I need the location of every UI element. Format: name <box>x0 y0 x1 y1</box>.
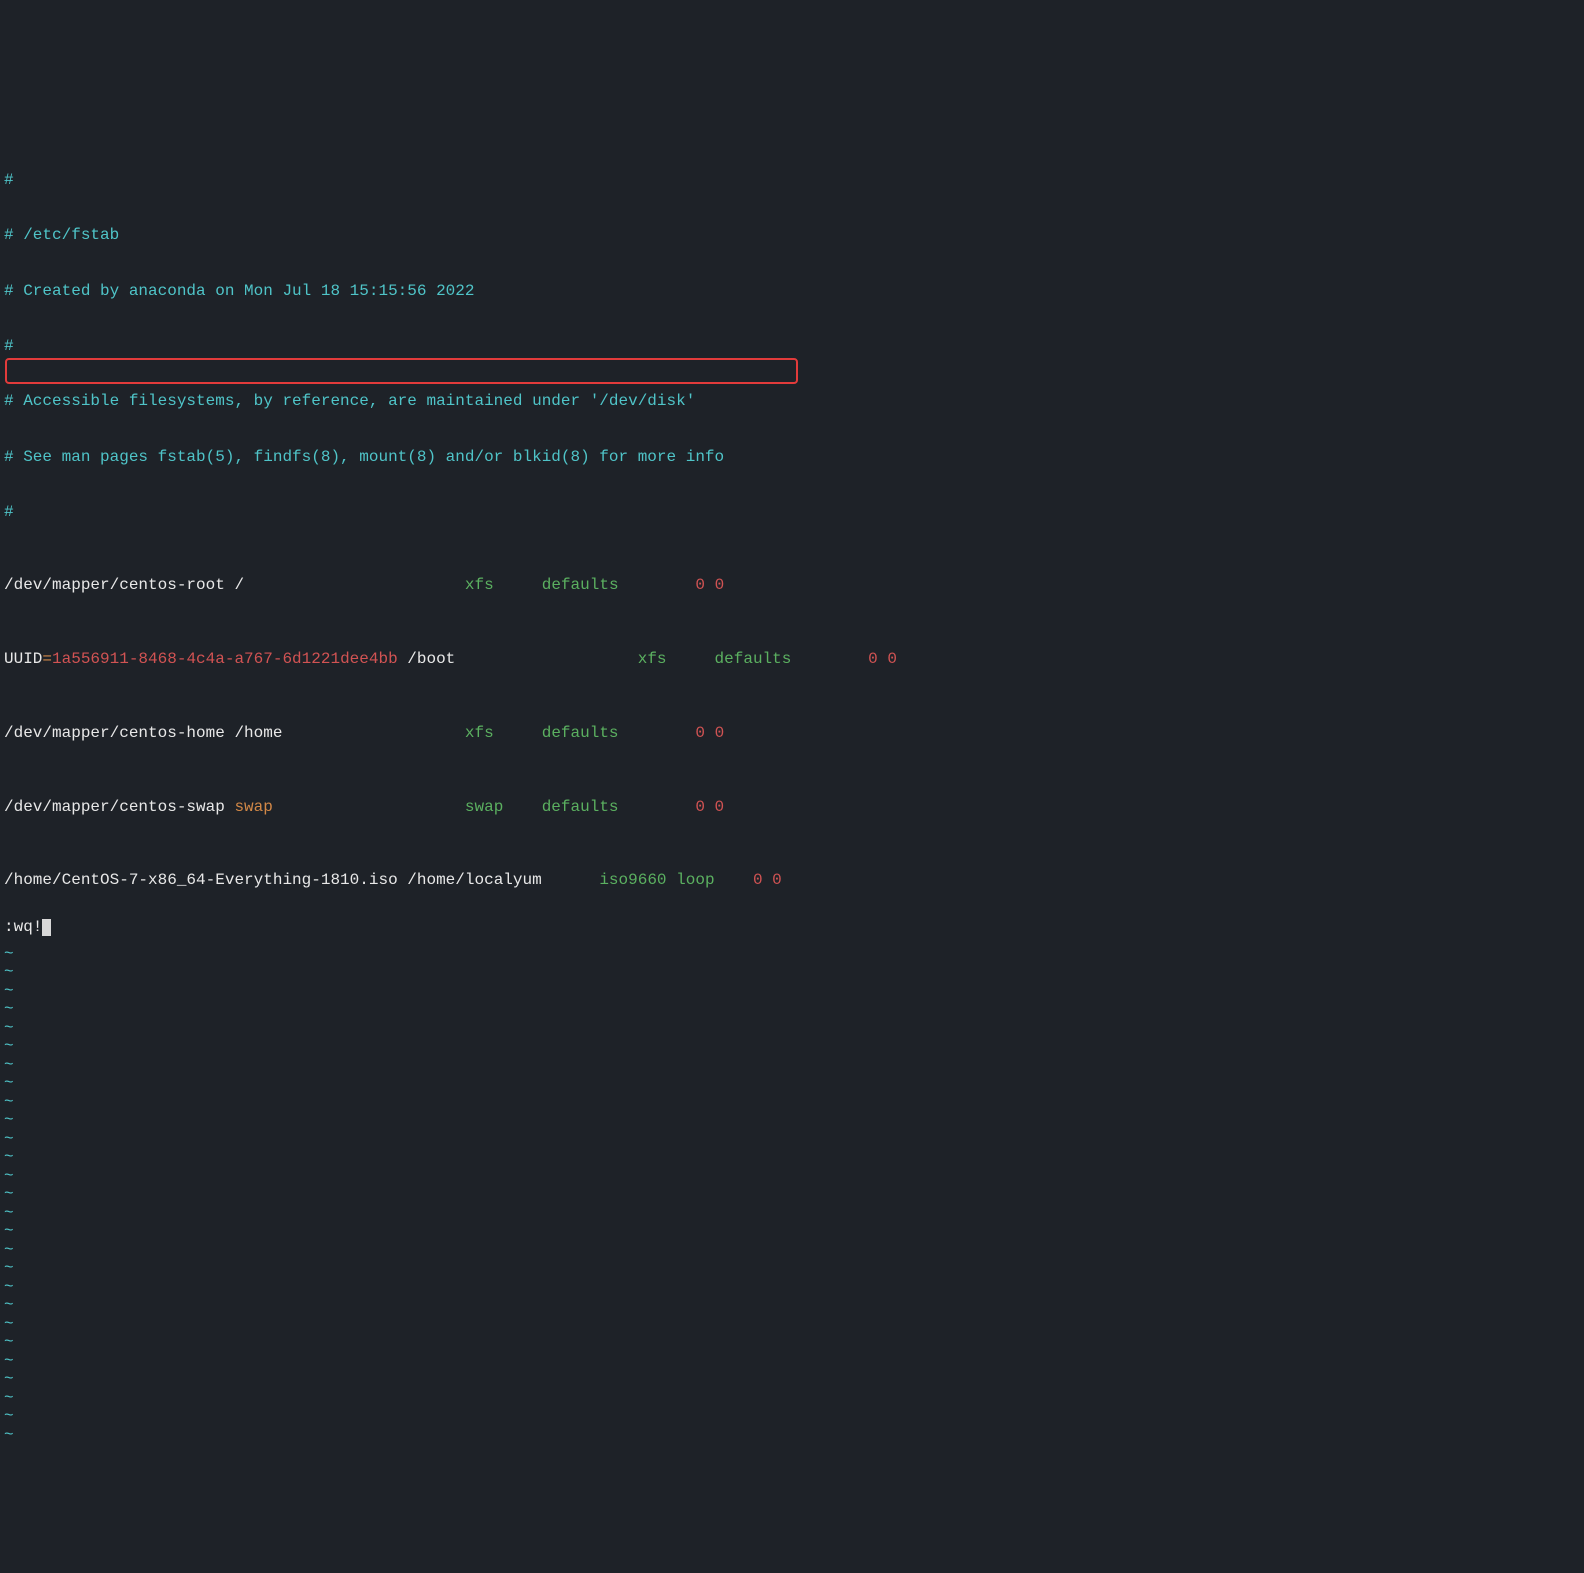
device: /dev/mapper/centos-swap <box>4 798 225 816</box>
dump: 0 <box>695 576 705 594</box>
pass: 0 <box>715 724 725 742</box>
empty-line-tilde: ~ <box>4 1407 1580 1426</box>
comment-line: # Created by anaconda on Mon Jul 18 15:1… <box>4 282 1580 301</box>
mount-point: /home/localyum <box>398 871 542 889</box>
fs-type: xfs <box>638 650 667 668</box>
empty-line-tilde: ~ <box>4 1241 1580 1260</box>
dump: 0 <box>695 798 705 816</box>
device: /dev/mapper/centos-root <box>4 576 225 594</box>
empty-line-tilde: ~ <box>4 1019 1580 1038</box>
mount-point: swap <box>225 798 273 816</box>
mount-point: /home <box>225 724 283 742</box>
pass: 0 <box>715 576 725 594</box>
empty-line-tilde: ~ <box>4 1167 1580 1186</box>
equals: = <box>42 650 52 668</box>
uuid-value: 1a556911-8468-4c4a-a767-6d1221dee4bb <box>52 650 398 668</box>
empty-line-tilde: ~ <box>4 1000 1580 1019</box>
fs-type: iso9660 <box>599 871 666 889</box>
empty-line-tilde: ~ <box>4 1426 1580 1445</box>
fstab-entry: /dev/mapper/centos-swap swap swap defaul… <box>4 798 1580 817</box>
empty-line-tilde: ~ <box>4 1204 1580 1223</box>
fs-type: xfs <box>465 724 494 742</box>
options: defaults <box>715 650 792 668</box>
pass: 0 <box>772 871 782 889</box>
fs-type: xfs <box>465 576 494 594</box>
annotation-highlight-box <box>5 358 798 384</box>
comment-line: # <box>4 171 1580 190</box>
command-text: :wq! <box>4 918 42 936</box>
fstab-entry: /dev/mapper/centos-home /home xfs defaul… <box>4 724 1580 743</box>
empty-line-tilde: ~ <box>4 1259 1580 1278</box>
file-content: # # /etc/fstab # Created by anaconda on … <box>4 134 1580 1518</box>
empty-line-tilde: ~ <box>4 1389 1580 1408</box>
comment-line: # Accessible filesystems, by reference, … <box>4 392 1580 411</box>
empty-line-tilde: ~ <box>4 1185 1580 1204</box>
empty-line-tilde: ~ <box>4 1278 1580 1297</box>
comment-line: # /etc/fstab <box>4 226 1580 245</box>
dump: 0 <box>695 724 705 742</box>
fstab-entry: /dev/mapper/centos-root / xfs defaults 0… <box>4 576 1580 595</box>
empty-line-tilde: ~ <box>4 1333 1580 1352</box>
comment-line: # See man pages fstab(5), findfs(8), mou… <box>4 448 1580 467</box>
empty-line-tilde: ~ <box>4 1130 1580 1149</box>
mount-point: /boot <box>398 650 456 668</box>
empty-line-tilde: ~ <box>4 1093 1580 1112</box>
empty-line-tilde: ~ <box>4 963 1580 982</box>
empty-line-tilde: ~ <box>4 1296 1580 1315</box>
pass: 0 <box>715 798 725 816</box>
empty-line-tilde: ~ <box>4 1111 1580 1130</box>
empty-line-tilde: ~ <box>4 1148 1580 1167</box>
terminal-window[interactable]: # # /etc/fstab # Created by anaconda on … <box>0 74 1584 961</box>
options: defaults <box>542 724 619 742</box>
dump: 0 <box>868 650 878 668</box>
options: loop <box>676 871 714 889</box>
device: /home/CentOS-7-x86_64-Everything-1810.is… <box>4 871 398 889</box>
empty-line-tilde: ~ <box>4 945 1580 964</box>
empty-line-tilde: ~ <box>4 1056 1580 1075</box>
fs-type: swap <box>465 798 503 816</box>
vim-command-line[interactable]: :wq! <box>4 918 51 936</box>
empty-lines: ~~~~~~~~~~~~~~~~~~~~~~~~~~~ <box>4 945 1580 1445</box>
fstab-entry: UUID=1a556911-8468-4c4a-a767-6d1221dee4b… <box>4 650 1580 669</box>
cursor <box>42 919 51 936</box>
mount-point: / <box>234 576 244 594</box>
empty-line-tilde: ~ <box>4 982 1580 1001</box>
empty-line-tilde: ~ <box>4 1074 1580 1093</box>
uuid-prefix: UUID <box>4 650 42 668</box>
dump: 0 <box>753 871 763 889</box>
empty-line-tilde: ~ <box>4 1352 1580 1371</box>
empty-line-tilde: ~ <box>4 1037 1580 1056</box>
device: /dev/mapper/centos-home <box>4 724 225 742</box>
comment-line: # <box>4 337 1580 356</box>
pass: 0 <box>887 650 897 668</box>
empty-line-tilde: ~ <box>4 1315 1580 1334</box>
comment-line: # <box>4 503 1580 522</box>
options: defaults <box>542 798 619 816</box>
empty-line-tilde: ~ <box>4 1370 1580 1389</box>
options: defaults <box>542 576 619 594</box>
empty-line-tilde: ~ <box>4 1222 1580 1241</box>
